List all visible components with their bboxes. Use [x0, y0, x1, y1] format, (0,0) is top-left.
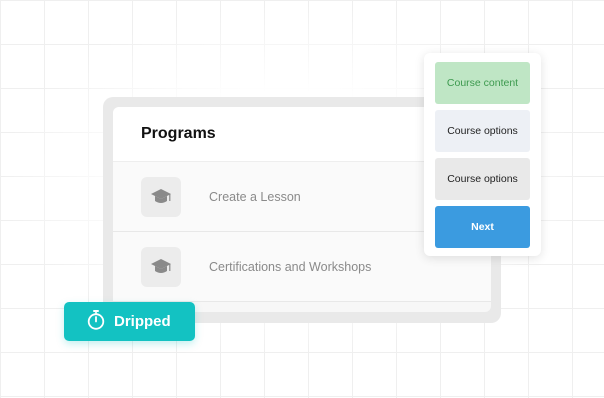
options-menu: Course content Course options Course opt… — [424, 53, 541, 256]
course-options-button-2[interactable]: Course options — [435, 158, 530, 200]
stopwatch-icon — [86, 309, 106, 335]
course-content-button[interactable]: Course content — [435, 62, 530, 104]
card-title: Programs — [141, 125, 216, 142]
dripped-badge[interactable]: Dripped — [64, 302, 195, 341]
list-item-label: Certifications and Workshops — [209, 259, 372, 274]
graduation-cap-icon — [141, 246, 181, 287]
graduation-cap-icon — [141, 176, 181, 217]
course-options-button[interactable]: Course options — [435, 110, 530, 152]
list-item-label: Create a Lesson — [209, 189, 301, 204]
next-button[interactable]: Next — [435, 206, 530, 248]
badge-label: Dripped — [114, 313, 171, 330]
